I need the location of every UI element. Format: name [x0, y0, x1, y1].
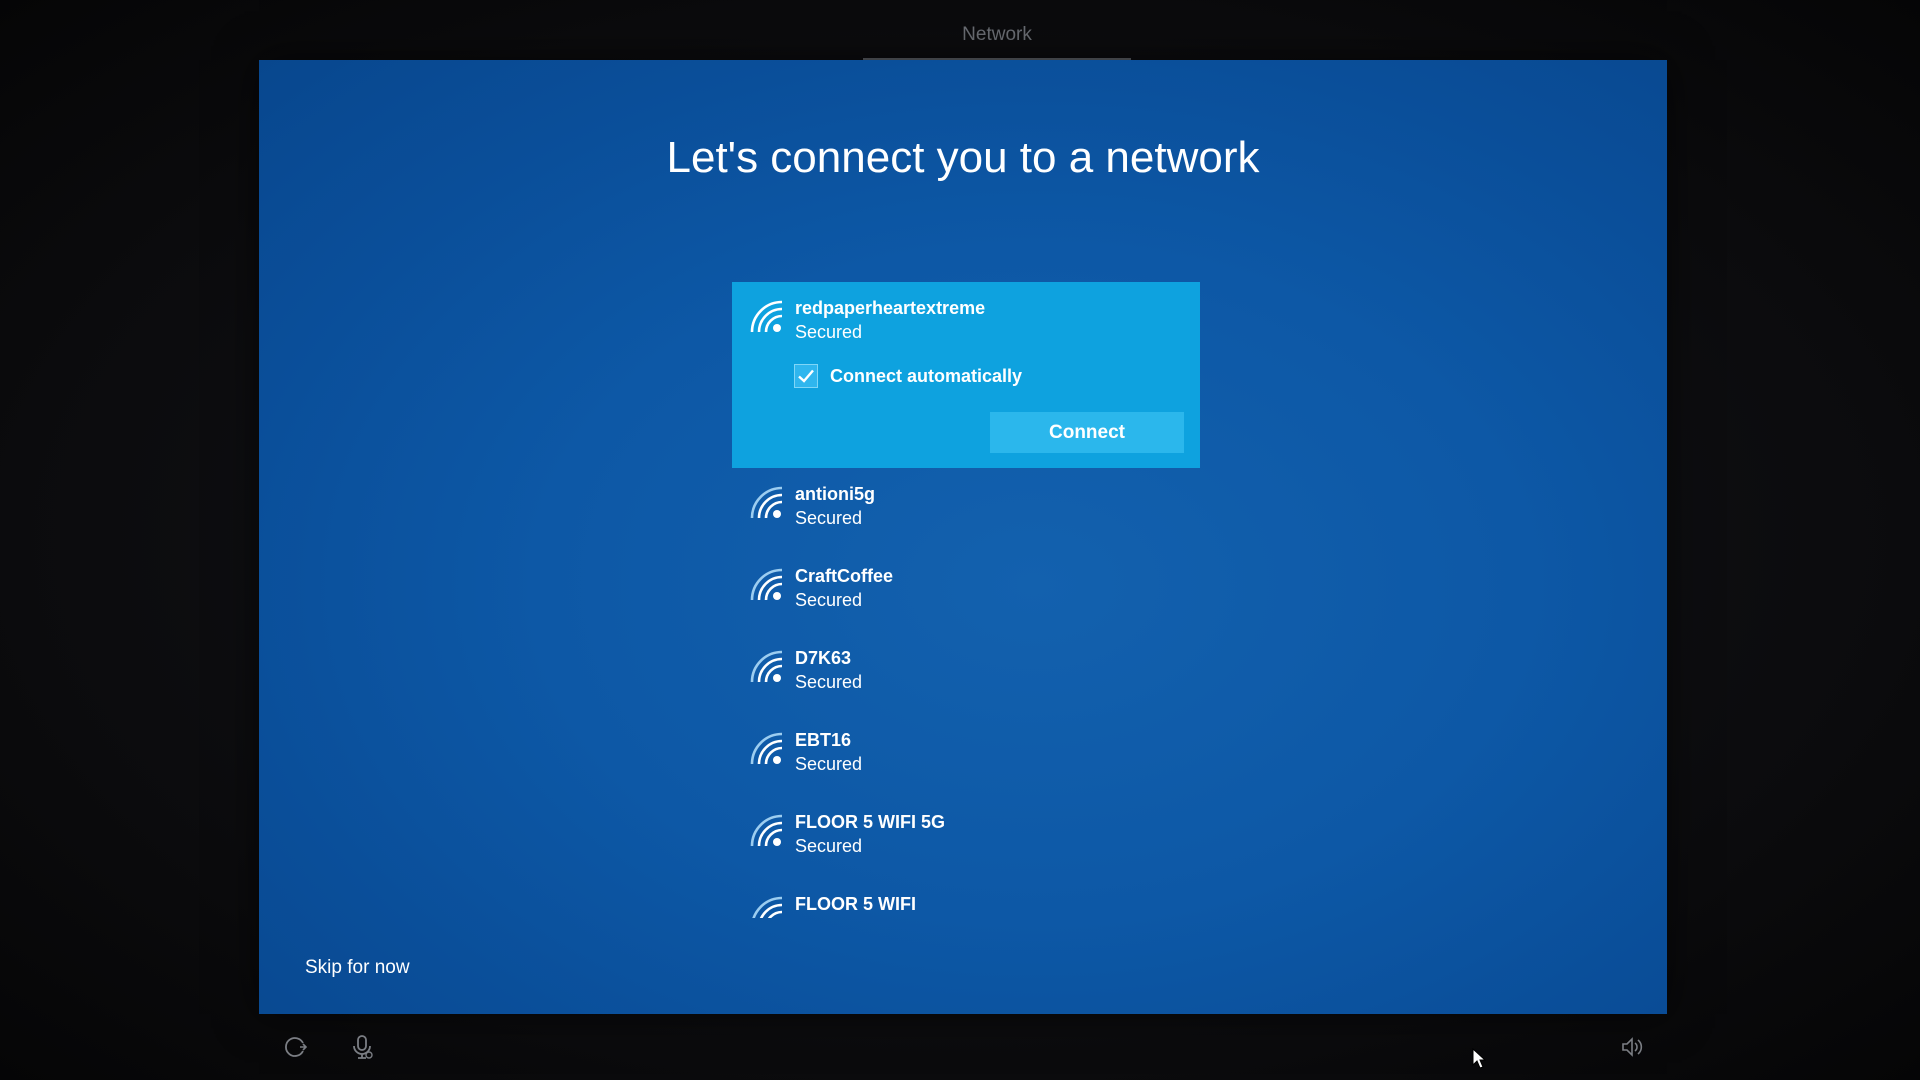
- connect-button[interactable]: Connect: [990, 412, 1184, 453]
- network-item[interactable]: FLOOR 5 WIFI 5G Secured: [732, 796, 1200, 878]
- network-item[interactable]: CraftCoffee Secured: [732, 550, 1200, 632]
- network-name: FLOOR 5 WIFI: [795, 894, 916, 914]
- wifi-signal-icon: [750, 568, 783, 601]
- wifi-signal-icon: [752, 896, 783, 918]
- microphone-icon[interactable]: [350, 1034, 376, 1060]
- network-name: redpaperheartextreme: [795, 298, 986, 318]
- network-status: Secured: [795, 322, 863, 342]
- network-status: Secured: [795, 754, 863, 774]
- network-item[interactable]: FLOOR 5 WIFI: [732, 878, 1200, 918]
- network-item-selected[interactable]: redpaperheartextreme Secured Connect aut…: [732, 282, 1200, 468]
- wifi-signal-icon: [750, 732, 783, 765]
- network-list: redpaperheartextreme Secured Connect aut…: [732, 282, 1200, 918]
- network-name: antioni5g: [795, 484, 875, 504]
- volume-icon[interactable]: [1620, 1034, 1646, 1060]
- skip-for-now-link[interactable]: Skip for now: [305, 956, 410, 980]
- network-status: Secured: [795, 836, 863, 856]
- network-item[interactable]: EBT16 Secured: [732, 714, 1200, 796]
- connect-automatically-label: Connect automatically: [830, 366, 1023, 386]
- mouse-cursor-icon: [1472, 1048, 1487, 1069]
- setup-screen: Let's connect you to a network redpaperh…: [259, 60, 1667, 1014]
- photo-frame: Network Let's connect you to a network r…: [0, 0, 1920, 1080]
- network-name: EBT16: [795, 730, 852, 750]
- network-item[interactable]: D7K63 Secured: [732, 632, 1200, 714]
- connect-automatically-row[interactable]: Connect automatically: [794, 362, 1022, 390]
- wifi-signal-icon: [750, 814, 783, 847]
- ease-of-access-icon[interactable]: [283, 1034, 309, 1060]
- checkmark-icon: [798, 369, 814, 383]
- network-status: Secured: [795, 590, 863, 610]
- network-item[interactable]: antioni5g Secured: [732, 468, 1200, 550]
- network-name: FLOOR 5 WIFI 5G: [795, 812, 946, 832]
- wifi-signal-icon: [750, 650, 783, 683]
- network-status: Secured: [795, 508, 863, 528]
- connect-automatically-checkbox[interactable]: [794, 364, 818, 388]
- network-name: D7K63: [795, 648, 852, 668]
- page-title: Let's connect you to a network: [666, 133, 1260, 182]
- wifi-signal-icon: [750, 486, 783, 519]
- wifi-signal-icon: [750, 300, 783, 333]
- network-name: CraftCoffee: [795, 566, 894, 586]
- network-status: Secured: [795, 672, 863, 692]
- page-tab-title: Network: [962, 24, 1032, 45]
